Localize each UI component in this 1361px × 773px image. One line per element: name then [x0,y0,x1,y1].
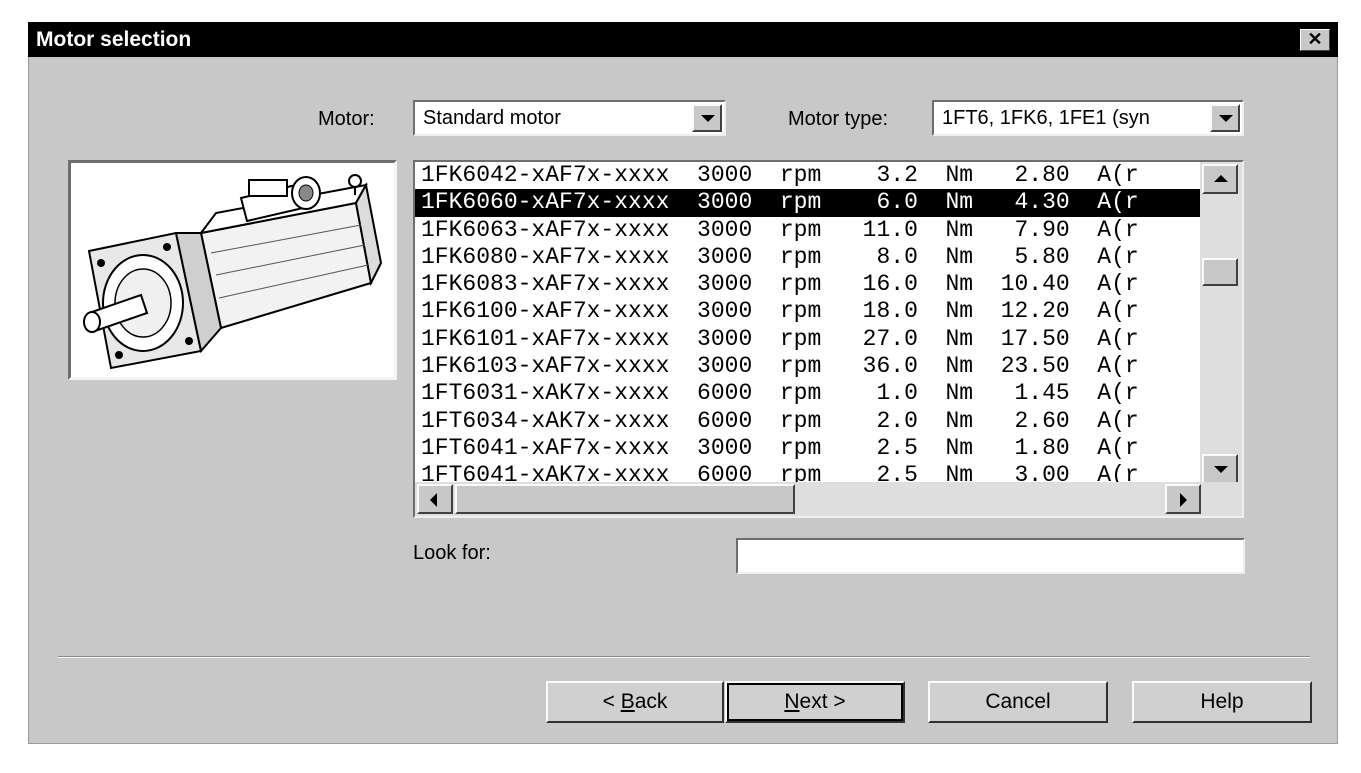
scroll-left-icon[interactable] [417,484,453,514]
cancel-button[interactable]: Cancel [928,681,1108,723]
scroll-right-icon[interactable] [1165,484,1201,514]
motor-list-item[interactable]: 1FK6042-xAF7x-xxxx 3000 rpm 3.2 Nm 2.80 … [415,162,1200,189]
motor-list-item[interactable]: 1FK6100-xAF7x-xxxx 3000 rpm 18.0 Nm 12.2… [415,298,1200,325]
look-for-label: Look for: [413,542,491,564]
motor-list-item[interactable]: 1FT6034-xAK7x-xxxx 6000 rpm 2.0 Nm 2.60 … [415,408,1200,435]
motor-list[interactable]: 1FK6042-xAF7x-xxxx 3000 rpm 3.2 Nm 2.80 … [413,160,1244,518]
back-button-label: ack [634,690,668,713]
vertical-scroll-thumb[interactable] [1202,258,1238,286]
close-icon: ✕ [1307,29,1323,49]
back-button-prefix: < [602,690,621,713]
motor-list-item[interactable]: 1FT6031-xAK7x-xxxx 6000 rpm 1.0 Nm 1.45 … [415,380,1200,407]
horizontal-scroll-thumb[interactable] [455,484,795,514]
motor-list-item[interactable]: 1FK6060-xAF7x-xxxx 3000 rpm 6.0 Nm 4.30 … [415,189,1200,217]
motor-list-item[interactable]: 1FK6103-xAF7x-xxxx 3000 rpm 36.0 Nm 23.5… [415,353,1200,380]
motor-list-item[interactable]: 1FK6063-xAF7x-xxxx 3000 rpm 11.0 Nm 7.90… [415,217,1200,244]
motor-dropdown-value: Standard motor [423,107,561,129]
next-button-mnemonic: N [784,690,800,713]
motor-list-item[interactable]: 1FK6080-xAF7x-xxxx 3000 rpm 8.0 Nm 5.80 … [415,244,1200,271]
back-button[interactable]: < Back [546,681,724,723]
motor-type-dropdown[interactable]: 1FT6, 1FK6, 1FE1 (syn [932,100,1244,136]
motor-dropdown[interactable]: Standard motor [413,100,726,136]
vertical-scrollbar[interactable] [1200,162,1242,484]
motor-list-rows[interactable]: 1FK6042-xAF7x-xxxx 3000 rpm 3.2 Nm 2.80 … [415,162,1200,482]
help-button-label: Help [1200,690,1244,713]
motor-picture-frame [68,160,397,380]
motor-list-item[interactable]: 1FK6101-xAF7x-xxxx 3000 rpm 27.0 Nm 17.5… [415,326,1200,353]
scroll-down-icon[interactable] [1202,454,1238,484]
next-button-label: ext > [799,690,846,713]
separator [58,656,1310,658]
motor-type-dropdown-value: 1FT6, 1FK6, 1FE1 (syn [942,107,1150,129]
back-button-mnemonic: B [620,690,635,713]
motor-selection-dialog: Motor selection ✕ Motor: Standard motor … [28,22,1338,744]
chevron-down-icon[interactable] [1210,104,1240,132]
chevron-down-icon[interactable] [692,104,722,132]
help-button[interactable]: Help [1132,681,1312,723]
cancel-button-label: Cancel [985,690,1051,713]
motor-list-item[interactable]: 1FT6041-xAF7x-xxxx 3000 rpm 2.5 Nm 1.80 … [415,435,1200,462]
servo-motor-picture [71,163,394,377]
next-button[interactable]: Next > [725,681,905,723]
motor-label: Motor: [318,108,375,130]
motor-list-item[interactable]: 1FT6041-xAK7x-xxxx 6000 rpm 2.5 Nm 3.00 … [415,462,1200,482]
look-for-input[interactable] [736,538,1245,574]
motor-list-item[interactable]: 1FK6083-xAF7x-xxxx 3000 rpm 16.0 Nm 10.4… [415,271,1200,298]
scroll-up-icon[interactable] [1202,164,1238,194]
motor-type-label: Motor type: [788,108,889,130]
title-bar: Motor selection ✕ [28,22,1338,57]
close-button[interactable]: ✕ [1300,29,1330,51]
horizontal-scrollbar[interactable] [415,482,1242,516]
dialog-title: Motor selection [36,28,192,51]
